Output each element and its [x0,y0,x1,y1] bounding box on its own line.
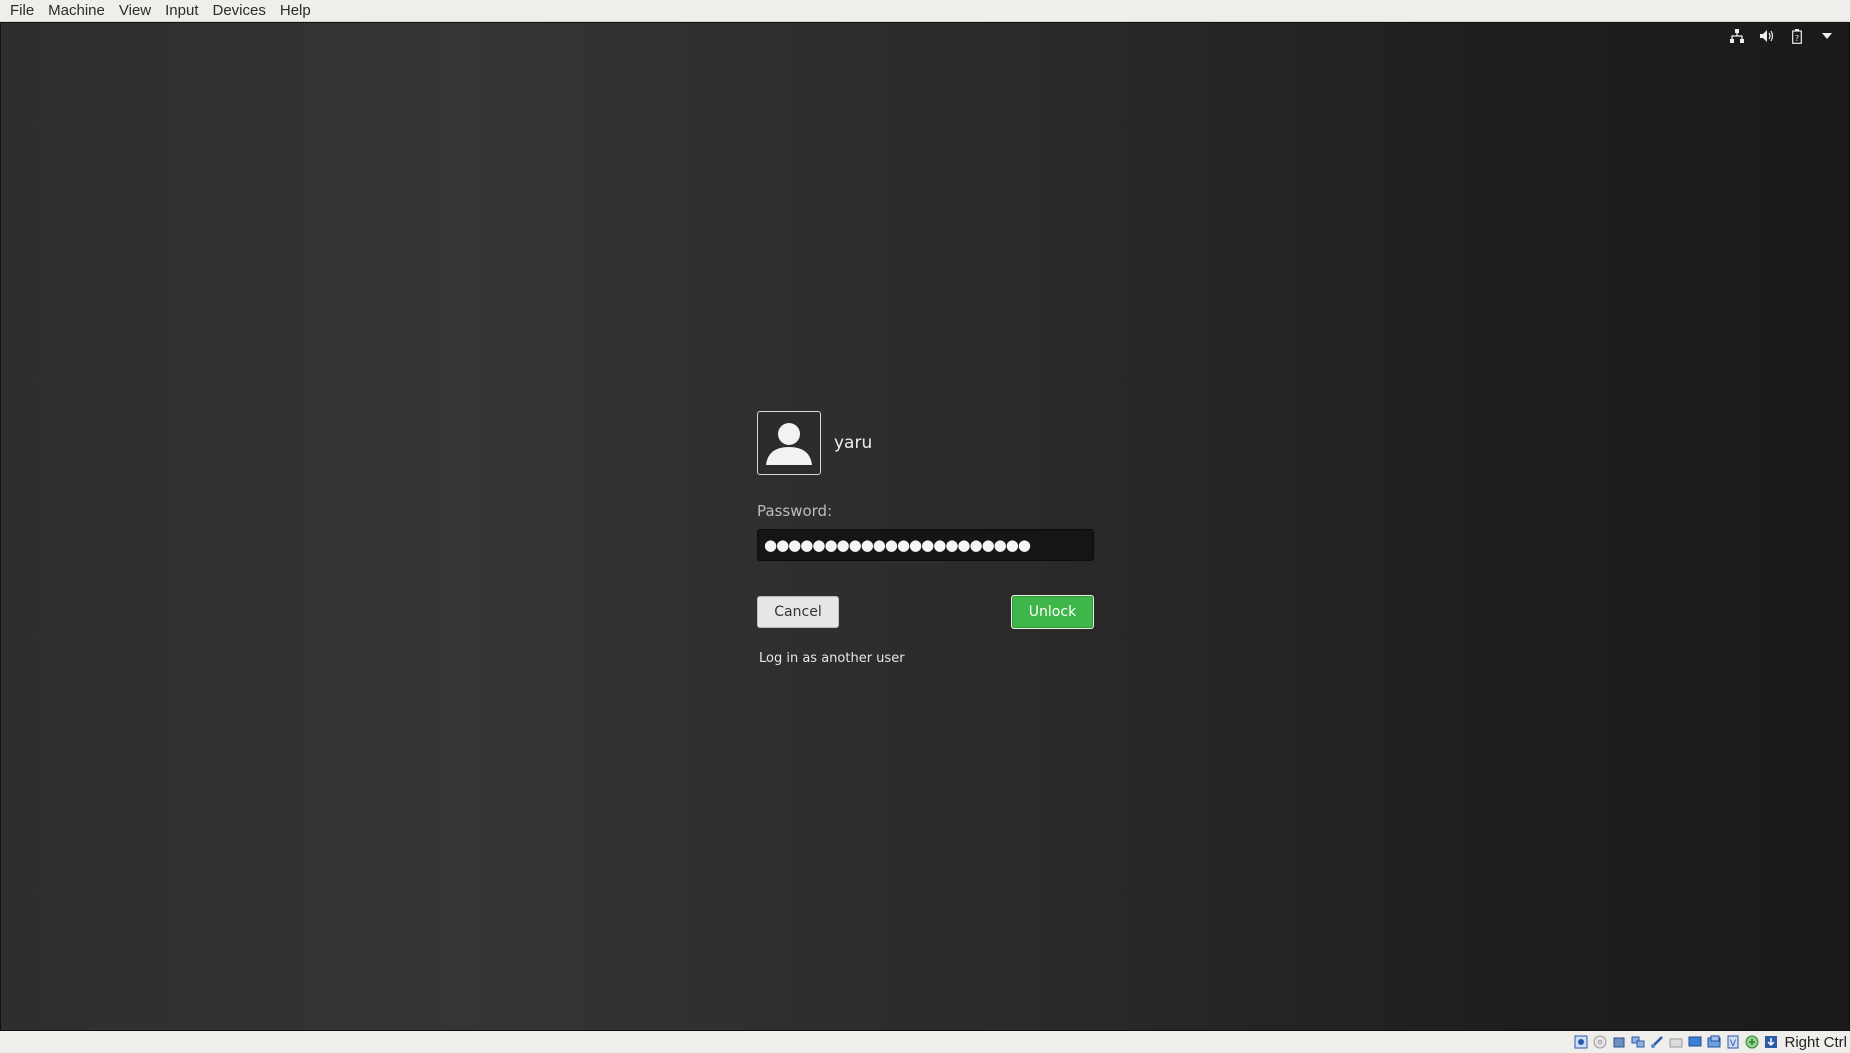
button-row: Cancel Unlock [757,595,1094,629]
user-silhouette-icon [766,423,812,465]
volume-icon[interactable] [1759,27,1775,45]
lock-dialog: yaru Password: ●●●●●●●●●●●●●●●●●●●●●● Ca… [757,411,1094,666]
login-another-user-link[interactable]: Log in as another user [759,651,1094,666]
cancel-button[interactable]: Cancel [757,596,839,628]
password-mask: ●●●●●●●●●●●●●●●●●●●●●● [764,536,1031,554]
audio-icon[interactable] [1611,1034,1627,1050]
menu-devices[interactable]: Devices [206,0,273,22]
password-label: Password: [757,502,833,520]
password-field[interactable]: ●●●●●●●●●●●●●●●●●●●●●● [757,529,1094,561]
system-indicators: ? [1729,27,1835,45]
svg-text:V: V [1730,1039,1737,1049]
keyboard-icon[interactable] [1763,1034,1779,1050]
vm-menubar: File Machine View Input Devices Help [0,0,1850,22]
avatar [757,411,821,475]
display-icon[interactable] [1687,1034,1703,1050]
menu-input[interactable]: Input [158,0,205,22]
svg-text:?: ? [1795,34,1799,43]
optical-disk-icon[interactable] [1592,1034,1608,1050]
usb-icon[interactable] [1649,1034,1665,1050]
network-icon[interactable] [1729,27,1745,45]
host-key-label: Right Ctrl [1784,1033,1847,1051]
menu-file[interactable]: File [3,0,41,22]
menu-view[interactable]: View [112,0,158,22]
guest-screen: ? yaru Password: ●●●●●●●●●●●●●●●●●●●●●● … [0,22,1850,1031]
cpu-icon[interactable]: V [1725,1034,1741,1050]
mouse-integration-icon[interactable] [1744,1034,1760,1050]
user-row: yaru [757,411,1094,475]
menu-help[interactable]: Help [273,0,318,22]
vm-statusbar: V Right Ctrl [0,1031,1850,1053]
unlock-button[interactable]: Unlock [1011,595,1094,629]
video-capture-icon[interactable] [1706,1034,1722,1050]
menu-arrow-icon[interactable] [1819,27,1835,45]
status-icons: V [1573,1034,1779,1050]
hard-disk-icon[interactable] [1573,1034,1589,1050]
shared-folder-icon[interactable] [1668,1034,1684,1050]
battery-icon[interactable]: ? [1789,27,1805,45]
username: yaru [834,433,873,453]
menu-machine[interactable]: Machine [41,0,112,22]
network-adapter-icon[interactable] [1630,1034,1646,1050]
